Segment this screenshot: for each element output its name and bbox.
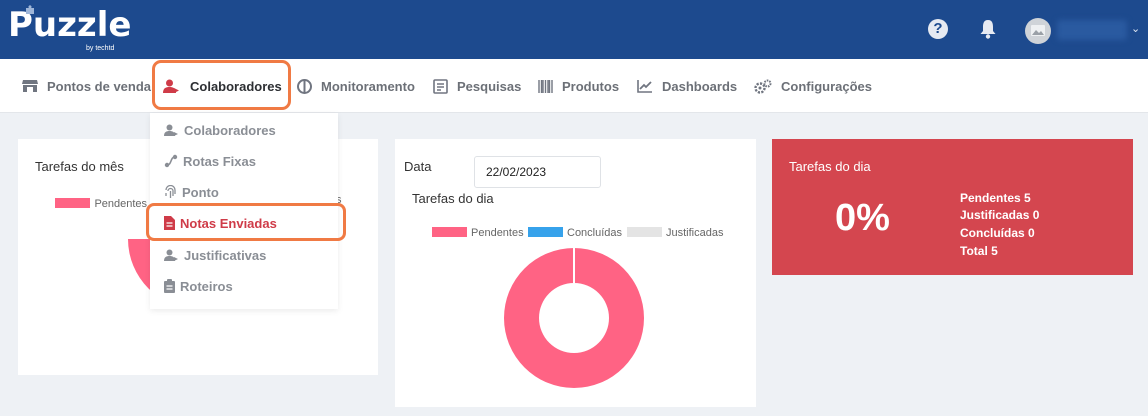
dropdown-item-roteiros[interactable]: Roteiros [164, 276, 233, 296]
route-icon [164, 154, 178, 168]
percent-value: 0% [835, 197, 890, 239]
chevron-down-icon[interactable]: ⌄ [1131, 22, 1140, 35]
nav-label: Pesquisas [457, 78, 522, 94]
puzzle-piece-icon [26, 5, 34, 14]
dropdown-label: Ponto [182, 184, 219, 200]
nav-highlight-box [152, 60, 291, 110]
dropdown-label: Roteiros [180, 278, 233, 294]
survey-icon [433, 78, 448, 94]
stat-total: Total 5 [960, 244, 998, 258]
users-icon [164, 124, 178, 136]
clipboard-icon [164, 279, 175, 293]
store-icon [22, 80, 38, 92]
logo-subtitle: by techtd [86, 45, 115, 52]
help-icon[interactable]: ? [928, 19, 948, 39]
dropdown-item-justificativas[interactable]: Justificativas [164, 245, 266, 265]
legend-label-1: Concluídas [567, 227, 623, 239]
legend-swatch-2[interactable] [627, 227, 662, 237]
dropdown-label: Colaboradores [184, 122, 276, 138]
bell-icon[interactable] [978, 18, 998, 40]
legend-swatch-0[interactable] [432, 227, 467, 237]
card-resumo-dia: Tarefas do dia 0% Pendentes 5 Justificad… [772, 139, 1133, 275]
nav-label: Monitoramento [321, 78, 415, 94]
nav-label: Produtos [562, 78, 620, 94]
nav-label: Pontos de venda [47, 78, 152, 94]
dropdown-item-rotas-fixas[interactable]: Rotas Fixas [164, 151, 256, 171]
users-icon [164, 249, 178, 261]
nav-produtos[interactable]: Produtos [538, 59, 619, 113]
legend-swatch-1[interactable] [528, 227, 563, 237]
chart-line-icon [637, 80, 652, 93]
nav-label: Dashboards [662, 78, 738, 94]
card-title: Tarefas do dia [789, 159, 871, 174]
legend-label-0: Pendentes [471, 227, 524, 239]
nav-monitoramento[interactable]: Monitoramento [297, 59, 415, 113]
dropdown-highlight-box [146, 203, 346, 241]
nav-pontos-de-venda[interactable]: Pontos de venda [22, 59, 151, 113]
dropdown-label: Justificativas [184, 247, 267, 263]
avatar[interactable] [1025, 18, 1051, 44]
image-placeholder-icon [1031, 25, 1045, 36]
barcode-icon [538, 79, 553, 93]
top-header: Puzzle by techtd ? ⌄ [0, 0, 1148, 59]
dropdown-item-ponto[interactable]: Ponto [164, 182, 219, 202]
gears-icon [754, 79, 772, 94]
date-input[interactable]: 22/02/2023 [474, 156, 601, 188]
dropdown-item-colaboradores[interactable]: Colaboradores [164, 120, 276, 140]
nav-dashboards[interactable]: Dashboards [637, 59, 737, 113]
nav-label: Configurações [781, 78, 873, 94]
nav-pesquisas[interactable]: Pesquisas [433, 59, 521, 113]
legend-label-2: Justificadas [666, 227, 724, 239]
monitor-icon [297, 78, 312, 94]
nav-configuracoes[interactable]: Configurações [754, 59, 872, 113]
dropdown-label: Rotas Fixas [183, 153, 256, 169]
stat-pendentes: Pendentes 5 [960, 191, 1031, 205]
username-blurred[interactable] [1057, 20, 1127, 40]
stat-justificadas: Justificadas 0 [960, 208, 1040, 222]
stat-concluidas: Concluídas 0 [960, 226, 1035, 240]
fingerprint-icon [165, 185, 176, 198]
